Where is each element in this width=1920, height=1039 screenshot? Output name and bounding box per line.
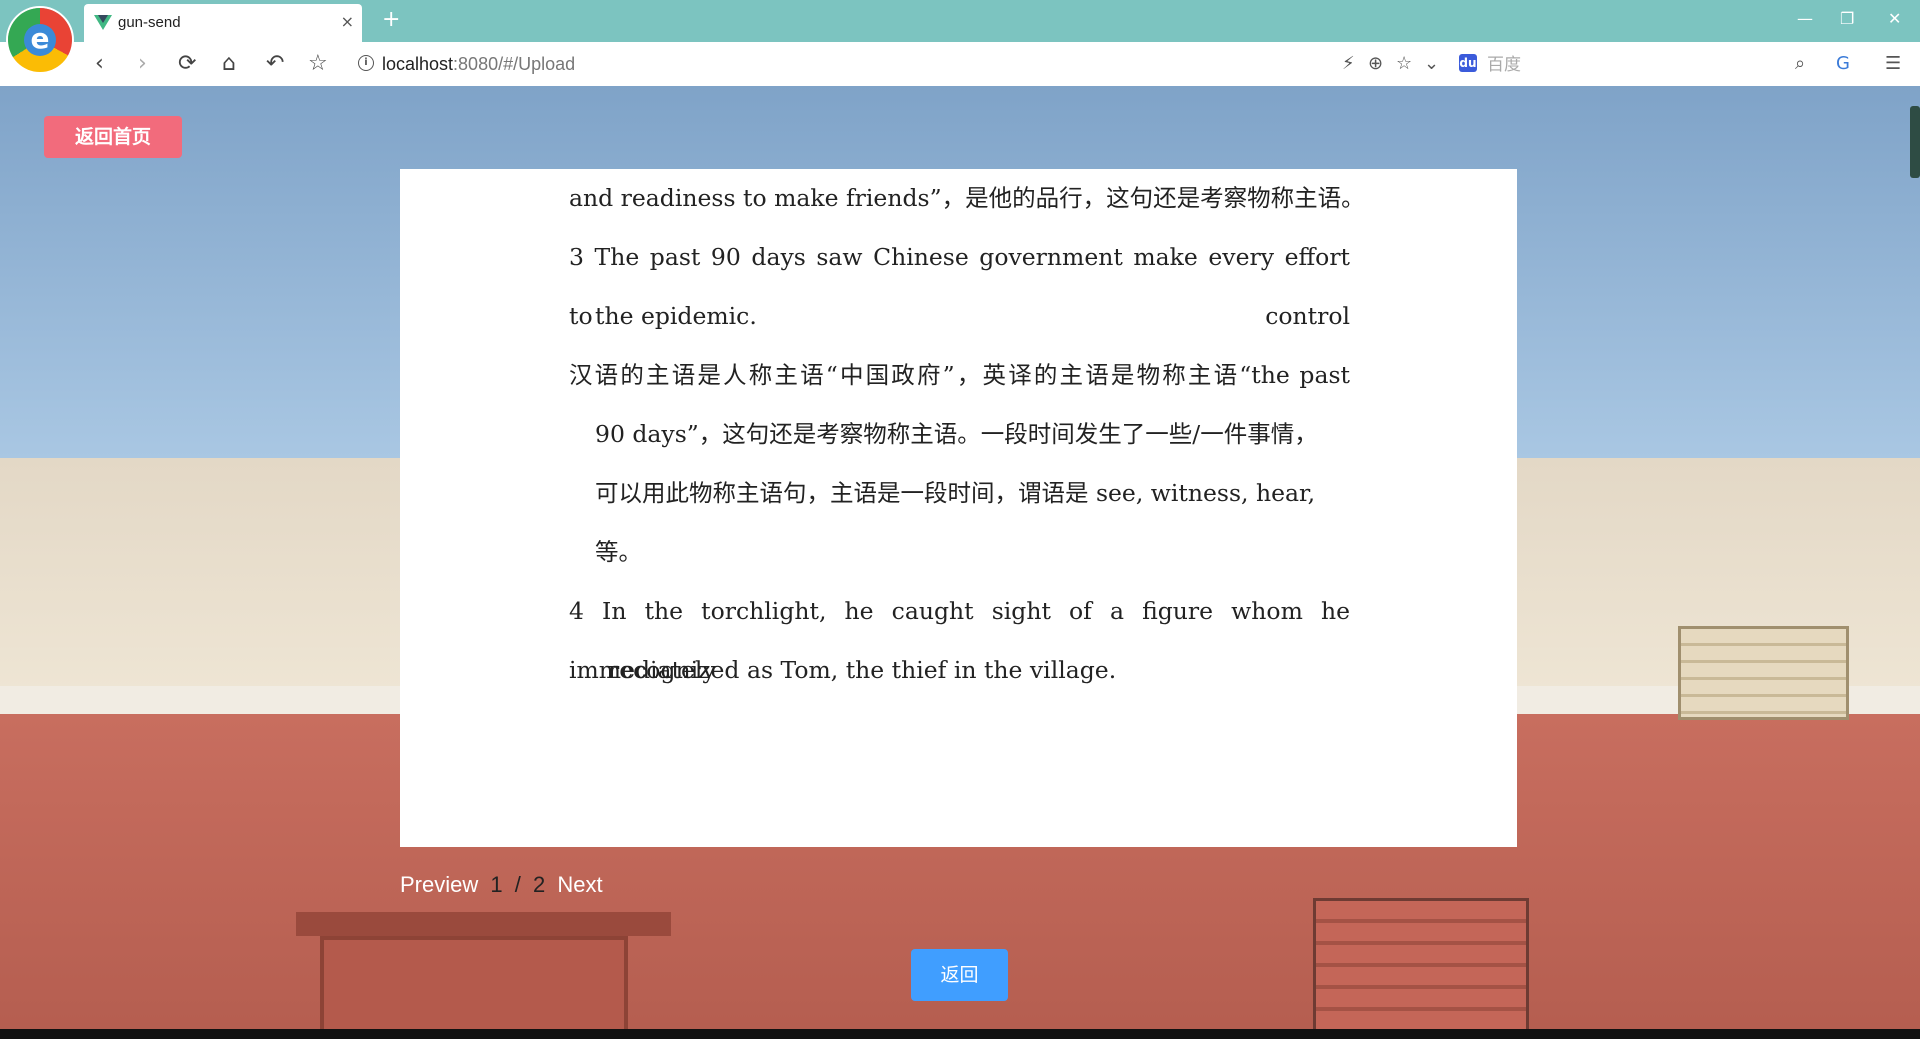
browser-titlebar: gun-send × + — ❐ ✕ [0,0,1920,42]
pager-next-button[interactable]: Next [557,872,602,897]
forward-icon[interactable]: › [138,51,147,77]
bookmark-star-icon[interactable]: ☆ [308,51,328,77]
url-field[interactable]: localhost:8080/#/Upload [382,53,575,75]
baidu-icon[interactable]: du [1459,54,1477,72]
undo-icon[interactable]: ↶ [266,51,284,77]
favorite-star-icon[interactable]: ☆ [1396,53,1412,75]
background-door-awning [296,912,671,936]
background-vent [1678,626,1849,720]
tab-title: gun-send [118,14,181,31]
home-icon[interactable]: ⌂ [222,51,236,77]
chevron-down-icon[interactable]: ⌄ [1424,53,1439,75]
doc-line: 汉语的主语是人称主语“中国政府”，英译的主语是物称主语“the past [569,361,1350,389]
url-path: :8080/#/Upload [453,54,576,74]
back-icon[interactable]: ‹ [95,51,104,77]
doc-line: and readiness to make friends”，是他的品行，这句还… [569,184,1365,212]
browser-logo-icon: e [8,8,72,72]
zoom-icon[interactable]: ⊕ [1368,53,1383,75]
translate-icon[interactable]: G [1836,53,1850,75]
browser-tab[interactable]: gun-send × [84,4,362,42]
vue-logo-icon [94,15,112,30]
doc-line: 可以用此物称主语句，主语是一段时间，谓语是 see, witness, hear… [595,479,1316,507]
document-text: and readiness to make friends”，是他的品行，这句还… [569,169,1365,700]
address-bar: ‹ › ⟳ ⌂ ↶ ☆ i localhost:8080/#/Upload ⚡ … [0,42,1920,87]
search-icon[interactable]: ⌕ [1795,53,1805,75]
reload-icon[interactable]: ⟳ [178,51,196,77]
search-input[interactable] [1485,52,1789,78]
tab-close-icon[interactable]: × [341,12,354,32]
url-host: localhost [382,54,454,74]
pager: Preview 1 / 2 Next [400,870,609,900]
doc-line: 3 The past 90 days saw Chinese governmen… [569,243,1350,330]
back-home-button[interactable]: 返回首页 [44,116,182,158]
background-bricked-window [1313,898,1529,1029]
lightning-icon[interactable]: ⚡ [1342,53,1355,75]
minimize-icon[interactable]: — [1797,8,1813,30]
page-body: 返回首页 and readiness to make friends”，是他的品… [0,86,1920,1029]
doc-line: 4 In the torchlight, he caught sight of … [569,597,1350,684]
background-door [320,936,628,1029]
pager-prev-button[interactable]: Preview [400,872,478,897]
document-preview: and readiness to make friends”，是他的品行，这句还… [400,169,1517,847]
menu-icon[interactable]: ☰ [1885,53,1901,75]
taskbar [0,1029,1920,1039]
close-window-icon[interactable]: ✕ [1888,8,1901,30]
doc-line: 等。 [595,538,642,566]
new-tab-icon[interactable]: + [382,8,400,32]
doc-line: recognized as Tom, the thief in the vill… [608,656,1117,684]
doc-line: 90 days”，这句还是考察物称主语。一段时间发生了一些/一件事情， [595,420,1318,448]
scroll-indicator[interactable] [1910,106,1920,178]
restore-icon[interactable]: ❐ [1840,8,1854,30]
pager-total-pages: 2 [533,872,546,897]
pager-separator: / [514,872,521,897]
pager-current-page: 1 [490,872,503,897]
return-button[interactable]: 返回 [911,949,1008,1001]
site-info-icon[interactable]: i [358,55,374,71]
